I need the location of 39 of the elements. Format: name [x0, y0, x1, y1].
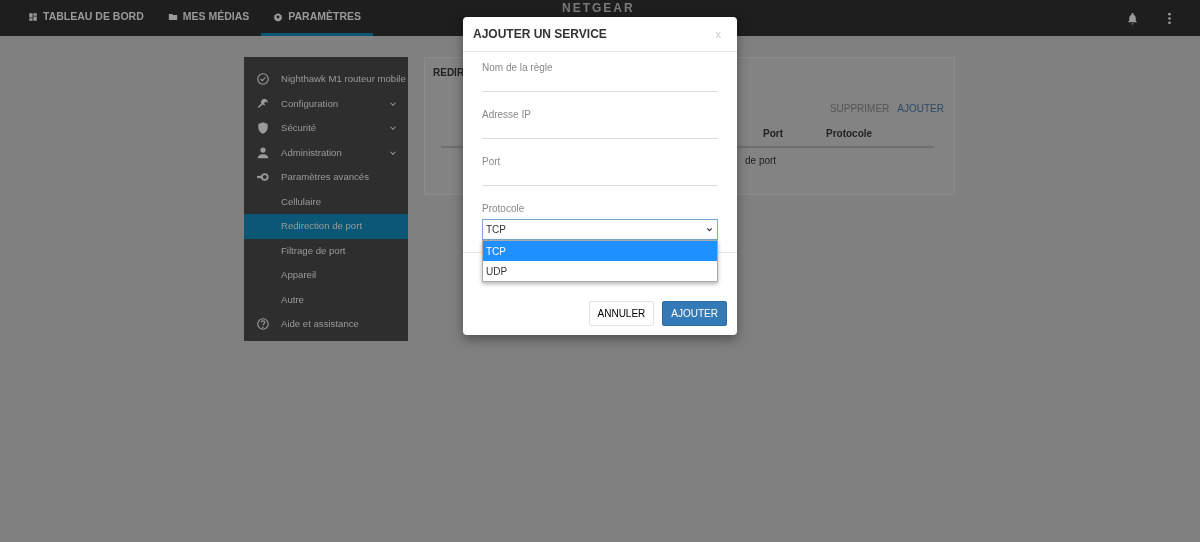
grid-icon: [28, 11, 38, 22]
card-title: REDIR: [433, 66, 465, 80]
sidebar-item[interactable]: Appareil: [244, 263, 408, 288]
chevron-down-icon: [705, 225, 714, 234]
cancel-button[interactable]: ANNULER: [588, 301, 655, 326]
nav-tab[interactable]: TABLEAU DE BORD: [16, 0, 156, 36]
table-cell-text: de port: [745, 153, 778, 168]
sidebar-item[interactable]: Nighthawk M1 routeur mobile: [244, 67, 408, 92]
column-header: Protocole: [826, 126, 874, 141]
select-field[interactable]: TCP: [482, 219, 718, 240]
person-icon: [256, 145, 270, 160]
logo: NETGEAR: [562, 2, 635, 15]
field-label: Protocole: [482, 202, 526, 215]
folder-icon: [167, 11, 178, 22]
nav-tab[interactable]: PARAMÈTRES: [261, 0, 373, 36]
dropdown-option[interactable]: TCP: [483, 241, 717, 261]
wrench-icon: [256, 96, 270, 111]
sidebar-item[interactable]: Sécurité: [244, 116, 408, 141]
sidebar-item[interactable]: Administration: [244, 140, 408, 165]
dropdown-option[interactable]: UDP: [483, 261, 717, 281]
add-button[interactable]: AJOUTER: [662, 301, 727, 326]
sidebar-item[interactable]: Paramètres avancés: [244, 165, 408, 190]
bell-icon: [1126, 11, 1139, 25]
field-label: Nom de la règle: [482, 61, 554, 74]
check-circle-icon: [256, 72, 270, 87]
sidebar-item[interactable]: Filtrage de port: [244, 238, 408, 263]
shield-icon: [256, 121, 270, 136]
field-label: Adresse IP: [482, 108, 532, 121]
sidebar-item[interactable]: Aide et assistance: [244, 312, 408, 337]
column-header: Port: [763, 126, 784, 141]
sidebar-item[interactable]: Autre: [244, 287, 408, 312]
field-label: Port: [482, 155, 502, 168]
nav-tab[interactable]: MES MÉDIAS: [155, 0, 262, 36]
sidebar-item[interactable]: Configuration: [244, 91, 408, 116]
help-icon: [256, 317, 270, 332]
modal-title: AJOUTER UN SERVICE: [473, 26, 607, 43]
sidebar-item[interactable]: Cellulaire: [244, 189, 408, 214]
sidebar-item[interactable]: Redirection de port: [244, 214, 408, 239]
settings-icon: [273, 11, 284, 22]
